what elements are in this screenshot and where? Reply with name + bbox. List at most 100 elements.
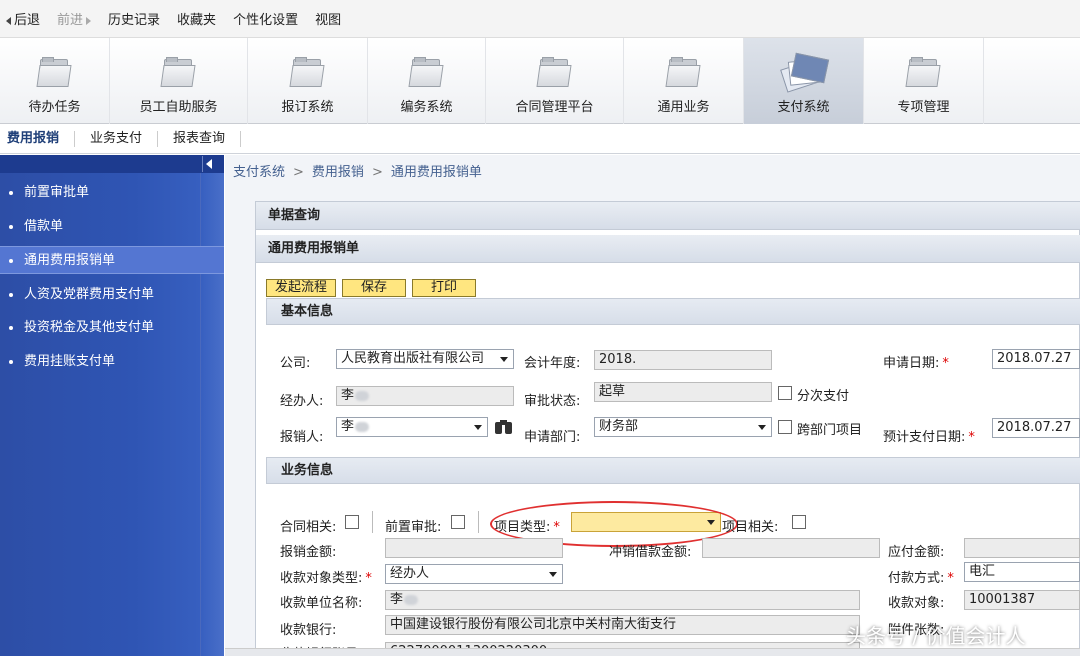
- module-editorial[interactable]: 编务系统: [368, 38, 486, 124]
- chevron-down-icon: [753, 418, 771, 436]
- redacted-mark: [355, 390, 370, 401]
- bank-label: 收款银行:: [280, 623, 337, 638]
- module-employee-self-service[interactable]: 员工自助服务: [110, 38, 248, 124]
- payee-type-select[interactable]: 经办人: [385, 564, 563, 584]
- tab-report-query[interactable]: 报表查询: [166, 130, 242, 147]
- company-select[interactable]: 人民教育出版社有限公司: [336, 349, 514, 369]
- folder-icon: [407, 57, 444, 87]
- sidebar-item-hr-party[interactable]: 人资及党群费用支付单: [0, 281, 224, 309]
- documents-icon: [779, 52, 829, 94]
- payable-amount-label: 应付金额:: [888, 545, 945, 560]
- module-special[interactable]: 专项管理: [864, 38, 984, 124]
- back-button[interactable]: 后退: [6, 9, 40, 28]
- reimburser-select[interactable]: 李: [336, 417, 488, 437]
- chevron-down-icon: [469, 418, 487, 436]
- module-subscription[interactable]: 报订系统: [248, 38, 368, 124]
- sidebar-item-investment-tax[interactable]: 投资税金及其他支付单: [0, 314, 224, 342]
- sidebar-item-loan[interactable]: 借款单: [0, 213, 224, 241]
- cross-dept-label: 跨部门项目: [797, 423, 863, 438]
- watermark: 头条号 / 价值会计人: [846, 624, 1026, 648]
- folder-icon: [35, 57, 72, 87]
- bank-field: 中国建设银行股份有限公司北京中关村南大街支行: [385, 615, 860, 635]
- sidebar-item-pre-approval[interactable]: 前置审批单: [0, 179, 224, 207]
- fiscal-year-label: 会计年度:: [524, 356, 581, 371]
- expected-date-field[interactable]: 2018.07.27: [992, 418, 1080, 438]
- sidebar-item-general-reimbursement[interactable]: 通用费用报销单: [0, 246, 224, 274]
- business-info-section: 业务信息: [266, 457, 1080, 484]
- fiscal-year-field: 2018.: [594, 350, 772, 370]
- module-payment[interactable]: 支付系统: [744, 38, 864, 124]
- breadcrumb-item[interactable]: 支付系统: [233, 165, 285, 180]
- apply-dept-select[interactable]: 财务部: [594, 417, 772, 437]
- field-separator: [372, 511, 373, 533]
- pay-method-label: 付款方式: *: [888, 571, 954, 586]
- module-label: 员工自助服务: [139, 100, 218, 115]
- print-button[interactable]: 打印: [412, 279, 477, 297]
- folder-icon: [904, 57, 941, 87]
- folder-icon: [535, 57, 572, 87]
- basic-info-section: 基本信息: [266, 298, 1080, 325]
- tab-expense-reimbursement[interactable]: 费用报销: [0, 130, 76, 147]
- offset-loan-label: 冲销借款金额:: [609, 545, 692, 560]
- favorites-menu[interactable]: 收藏夹: [177, 9, 216, 28]
- approval-status-field: 起草: [594, 382, 772, 402]
- folder-icon: [288, 57, 325, 87]
- handler-field: 李: [336, 386, 514, 406]
- required-mark: *: [942, 356, 949, 371]
- module-label: 专项管理: [897, 100, 950, 115]
- module-label: 编务系统: [400, 100, 453, 115]
- pay-method-select[interactable]: 电汇: [964, 562, 1080, 582]
- forward-button[interactable]: 前进: [57, 9, 92, 28]
- binoculars-icon[interactable]: [495, 419, 513, 435]
- module-label: 通用业务: [657, 100, 710, 115]
- breadcrumb-item[interactable]: 费用报销: [312, 165, 364, 180]
- contract-related-label: 合同相关:: [280, 520, 337, 535]
- browser-menubar: 后退 前进 历史记录 收藏夹 个性化设置 视图: [0, 0, 1080, 38]
- module-contract[interactable]: 合同管理平台: [486, 38, 624, 124]
- apply-date-field[interactable]: 2018.07.27: [992, 349, 1080, 369]
- sidebar-item-pending-account[interactable]: 费用挂账支付单: [0, 348, 224, 376]
- required-mark: *: [968, 430, 975, 445]
- redacted-mark: [404, 594, 419, 605]
- module-todo[interactable]: 待办任务: [0, 38, 110, 124]
- breadcrumb-separator: >: [371, 165, 383, 180]
- offset-loan-field: [702, 538, 880, 558]
- breadcrumb-item: 通用费用报销单: [390, 165, 482, 180]
- module-general[interactable]: 通用业务: [624, 38, 744, 124]
- company-label: 公司:: [280, 356, 311, 371]
- cross-dept-checkbox[interactable]: [778, 420, 792, 434]
- contract-related-checkbox[interactable]: [345, 515, 359, 529]
- project-related-checkbox[interactable]: [792, 515, 806, 529]
- module-label: 支付系统: [777, 100, 830, 115]
- handler-label: 经办人:: [280, 394, 324, 409]
- sidebar-collapse-bar: [0, 155, 224, 173]
- installment-checkbox[interactable]: [778, 386, 792, 400]
- form-panel-title: 通用费用报销单: [256, 235, 1080, 263]
- approval-status-label: 审批状态:: [524, 394, 581, 409]
- save-button[interactable]: 保存: [342, 279, 407, 297]
- module-label: 待办任务: [28, 100, 81, 115]
- required-mark: *: [947, 571, 954, 586]
- query-panel-title[interactable]: 单据查询: [256, 202, 1080, 230]
- folder-icon: [159, 57, 196, 87]
- reimburse-amount-field: [385, 538, 563, 558]
- history-menu[interactable]: 历史记录: [108, 9, 160, 28]
- pre-approval-label: 前置审批:: [385, 520, 442, 535]
- folder-icon: [664, 57, 701, 87]
- required-mark: *: [365, 571, 372, 586]
- back-arrow-icon: [6, 16, 11, 25]
- forward-arrow-icon: [86, 16, 92, 25]
- payee-unit-label: 收款单位名称:: [280, 596, 363, 611]
- sidebar: 前置审批单 借款单 通用费用报销单 人资及党群费用支付单 投资税金及其他支付单 …: [0, 155, 224, 656]
- horizontal-scrollbar[interactable]: [225, 648, 1080, 656]
- personalize-menu[interactable]: 个性化设置: [233, 9, 298, 28]
- payee-object-field: 10001387: [964, 590, 1080, 610]
- reimburser-label: 报销人:: [280, 430, 324, 445]
- pre-approval-checkbox[interactable]: [451, 515, 465, 529]
- view-menu[interactable]: 视图: [315, 9, 341, 28]
- chevron-down-icon: [544, 565, 562, 583]
- start-flow-button[interactable]: 发起流程: [266, 279, 337, 297]
- tab-business-payment[interactable]: 业务支付: [83, 130, 159, 147]
- module-label: 报订系统: [281, 100, 334, 115]
- payee-object-label: 收款对象:: [888, 596, 945, 611]
